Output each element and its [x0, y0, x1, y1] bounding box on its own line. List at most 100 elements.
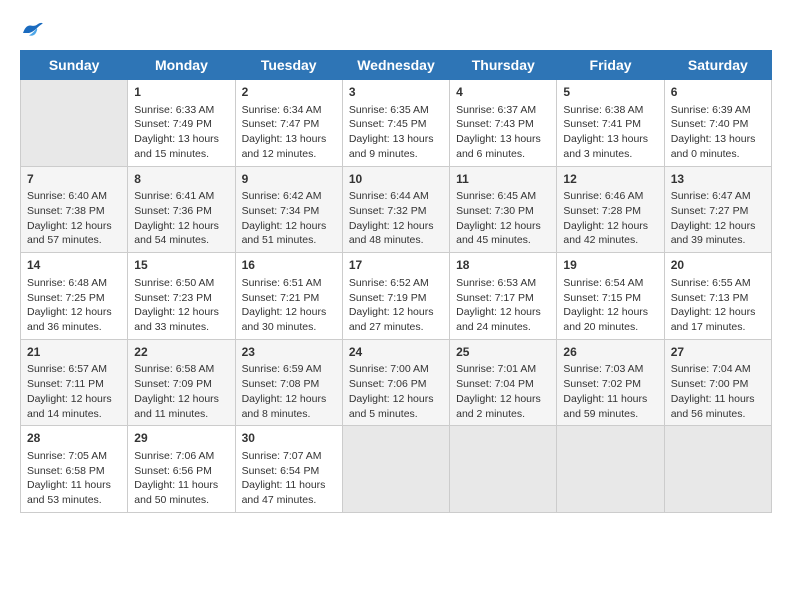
day-number: 22	[134, 344, 228, 361]
cell-content: 12Sunrise: 6:46 AMSunset: 7:28 PMDayligh…	[563, 171, 657, 249]
calendar-week-row: 7Sunrise: 6:40 AMSunset: 7:38 PMDaylight…	[21, 166, 772, 253]
day-number: 7	[27, 171, 121, 188]
day-number: 30	[242, 430, 336, 447]
sunrise-text: Sunrise: 6:58 AM	[134, 362, 228, 377]
daylight-text: Daylight: 13 hours and 12 minutes.	[242, 132, 336, 161]
daylight-text: Daylight: 11 hours and 53 minutes.	[27, 478, 121, 507]
calendar-cell: 21Sunrise: 6:57 AMSunset: 7:11 PMDayligh…	[21, 339, 128, 426]
sunrise-text: Sunrise: 6:59 AM	[242, 362, 336, 377]
day-number: 10	[349, 171, 443, 188]
sunset-text: Sunset: 7:28 PM	[563, 204, 657, 219]
day-header-tuesday: Tuesday	[235, 51, 342, 80]
calendar-cell	[342, 426, 449, 513]
cell-content: 16Sunrise: 6:51 AMSunset: 7:21 PMDayligh…	[242, 257, 336, 335]
sunrise-text: Sunrise: 6:37 AM	[456, 103, 550, 118]
cell-content: 2Sunrise: 6:34 AMSunset: 7:47 PMDaylight…	[242, 84, 336, 162]
sunset-text: Sunset: 7:17 PM	[456, 291, 550, 306]
cell-content: 5Sunrise: 6:38 AMSunset: 7:41 PMDaylight…	[563, 84, 657, 162]
sunrise-text: Sunrise: 6:54 AM	[563, 276, 657, 291]
day-number: 11	[456, 171, 550, 188]
calendar-week-row: 21Sunrise: 6:57 AMSunset: 7:11 PMDayligh…	[21, 339, 772, 426]
cell-content: 30Sunrise: 7:07 AMSunset: 6:54 PMDayligh…	[242, 430, 336, 508]
calendar-cell	[21, 80, 128, 167]
sunrise-text: Sunrise: 7:01 AM	[456, 362, 550, 377]
calendar-cell: 18 Sunrise: 6:53 AMSunset: 7:17 PMDayligh…	[450, 253, 557, 340]
cell-content: 21Sunrise: 6:57 AMSunset: 7:11 PMDayligh…	[27, 344, 121, 422]
sunset-text: Sunset: 7:32 PM	[349, 204, 443, 219]
sunset-text: Sunset: 7:19 PM	[349, 291, 443, 306]
sunset-text: Sunset: 7:47 PM	[242, 117, 336, 132]
day-number: 26	[563, 344, 657, 361]
day-number: 2	[242, 84, 336, 101]
calendar-cell: 16Sunrise: 6:51 AMSunset: 7:21 PMDayligh…	[235, 253, 342, 340]
day-header-saturday: Saturday	[664, 51, 771, 80]
day-number: 8	[134, 171, 228, 188]
sunrise-text: Sunrise: 6:51 AM	[242, 276, 336, 291]
sunset-text: Sunset: 7:49 PM	[134, 117, 228, 132]
sunrise-text: Sunrise: 6:53 AM	[456, 276, 550, 291]
calendar-cell: 9Sunrise: 6:42 AMSunset: 7:34 PMDaylight…	[235, 166, 342, 253]
calendar-cell: 4Sunrise: 6:37 AMSunset: 7:43 PMDaylight…	[450, 80, 557, 167]
calendar-cell: 24Sunrise: 7:00 AMSunset: 7:06 PMDayligh…	[342, 339, 449, 426]
daylight-text: Daylight: 12 hours and 42 minutes.	[563, 219, 657, 248]
daylight-text: Daylight: 12 hours and 36 minutes.	[27, 305, 121, 334]
calendar-cell: 7Sunrise: 6:40 AMSunset: 7:38 PMDaylight…	[21, 166, 128, 253]
day-number: 19	[563, 257, 657, 274]
sunset-text: Sunset: 7:45 PM	[349, 117, 443, 132]
daylight-text: Daylight: 12 hours and 14 minutes.	[27, 392, 121, 421]
cell-content: 18 Sunrise: 6:53 AMSunset: 7:17 PMDayligh…	[456, 257, 550, 335]
cell-content: 13Sunrise: 6:47 AMSunset: 7:27 PMDayligh…	[671, 171, 765, 249]
day-number: 27	[671, 344, 765, 361]
day-number: 28	[27, 430, 121, 447]
header	[20, 20, 772, 40]
day-number: 21	[27, 344, 121, 361]
cell-content: 14Sunrise: 6:48 AMSunset: 7:25 PMDayligh…	[27, 257, 121, 335]
sunrise-text: Sunrise: 6:38 AM	[563, 103, 657, 118]
day-number: 1	[134, 84, 228, 101]
day-number: 5	[563, 84, 657, 101]
daylight-text: Daylight: 12 hours and 24 minutes.	[456, 305, 550, 334]
daylight-text: Daylight: 12 hours and 2 minutes.	[456, 392, 550, 421]
calendar-cell: 3Sunrise: 6:35 AMSunset: 7:45 PMDaylight…	[342, 80, 449, 167]
cell-content: 20Sunrise: 6:55 AMSunset: 7:13 PMDayligh…	[671, 257, 765, 335]
calendar-cell: 14Sunrise: 6:48 AMSunset: 7:25 PMDayligh…	[21, 253, 128, 340]
cell-content: 7Sunrise: 6:40 AMSunset: 7:38 PMDaylight…	[27, 171, 121, 249]
daylight-text: Daylight: 13 hours and 6 minutes.	[456, 132, 550, 161]
cell-content: 24Sunrise: 7:00 AMSunset: 7:06 PMDayligh…	[349, 344, 443, 422]
calendar-week-row: 28Sunrise: 7:05 AMSunset: 6:58 PMDayligh…	[21, 426, 772, 513]
sunrise-text: Sunrise: 7:03 AM	[563, 362, 657, 377]
daylight-text: Daylight: 12 hours and 11 minutes.	[134, 392, 228, 421]
sunrise-text: Sunrise: 6:40 AM	[27, 189, 121, 204]
day-number: 18	[456, 257, 550, 274]
cell-content: 3Sunrise: 6:35 AMSunset: 7:45 PMDaylight…	[349, 84, 443, 162]
daylight-text: Daylight: 12 hours and 57 minutes.	[27, 219, 121, 248]
calendar-cell: 20Sunrise: 6:55 AMSunset: 7:13 PMDayligh…	[664, 253, 771, 340]
sunrise-text: Sunrise: 6:42 AM	[242, 189, 336, 204]
daylight-text: Daylight: 11 hours and 59 minutes.	[563, 392, 657, 421]
cell-content: 26Sunrise: 7:03 AMSunset: 7:02 PMDayligh…	[563, 344, 657, 422]
cell-content: 29Sunrise: 7:06 AMSunset: 6:56 PMDayligh…	[134, 430, 228, 508]
sunset-text: Sunset: 7:23 PM	[134, 291, 228, 306]
calendar-cell: 22Sunrise: 6:58 AMSunset: 7:09 PMDayligh…	[128, 339, 235, 426]
sunrise-text: Sunrise: 6:44 AM	[349, 189, 443, 204]
cell-content: 10Sunrise: 6:44 AMSunset: 7:32 PMDayligh…	[349, 171, 443, 249]
calendar-cell: 6Sunrise: 6:39 AMSunset: 7:40 PMDaylight…	[664, 80, 771, 167]
calendar-table: SundayMondayTuesdayWednesdayThursdayFrid…	[20, 50, 772, 513]
calendar-cell: 25Sunrise: 7:01 AMSunset: 7:04 PMDayligh…	[450, 339, 557, 426]
sunset-text: Sunset: 7:02 PM	[563, 377, 657, 392]
cell-content: 1Sunrise: 6:33 AMSunset: 7:49 PMDaylight…	[134, 84, 228, 162]
calendar-cell: 10Sunrise: 6:44 AMSunset: 7:32 PMDayligh…	[342, 166, 449, 253]
sunrise-text: Sunrise: 6:50 AM	[134, 276, 228, 291]
calendar-cell: 17Sunrise: 6:52 AMSunset: 7:19 PMDayligh…	[342, 253, 449, 340]
sunset-text: Sunset: 7:09 PM	[134, 377, 228, 392]
sunrise-text: Sunrise: 7:00 AM	[349, 362, 443, 377]
sunset-text: Sunset: 7:04 PM	[456, 377, 550, 392]
sunrise-text: Sunrise: 6:48 AM	[27, 276, 121, 291]
sunrise-text: Sunrise: 6:45 AM	[456, 189, 550, 204]
calendar-cell: 26Sunrise: 7:03 AMSunset: 7:02 PMDayligh…	[557, 339, 664, 426]
sunrise-text: Sunrise: 6:47 AM	[671, 189, 765, 204]
day-number: 23	[242, 344, 336, 361]
sunrise-text: Sunrise: 6:35 AM	[349, 103, 443, 118]
daylight-text: Daylight: 12 hours and 27 minutes.	[349, 305, 443, 334]
calendar-cell: 13Sunrise: 6:47 AMSunset: 7:27 PMDayligh…	[664, 166, 771, 253]
